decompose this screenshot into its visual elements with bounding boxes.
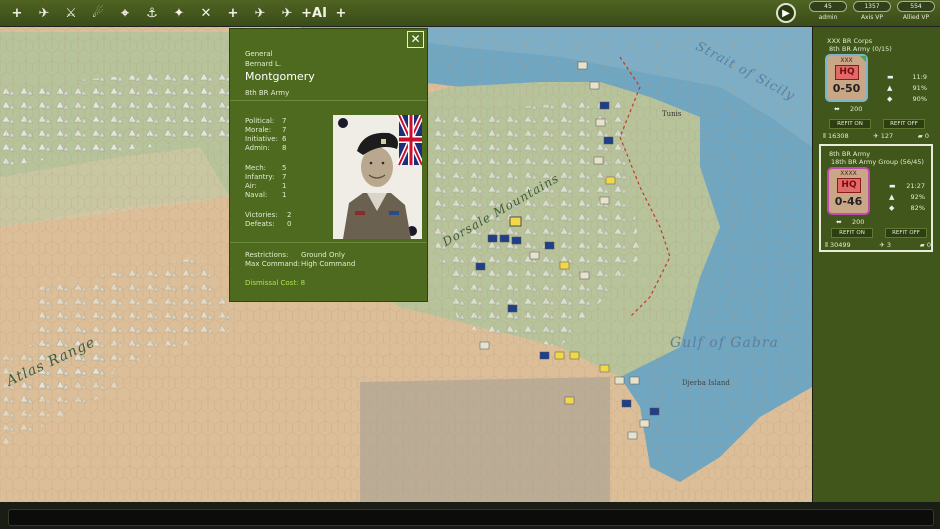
axis-vp-value: 1357 <box>853 1 891 12</box>
hq-card-xxx-corps[interactable]: XXX BR Corps 8th BR Army (0/15) XXX HQ 0… <box>819 33 933 141</box>
gulf-label: Gulf of Gabra <box>670 335 779 351</box>
ground-support-icon[interactable]: ✦ <box>167 2 191 24</box>
hq-exp: 90% <box>912 95 927 103</box>
town-label: Tunis <box>662 110 682 118</box>
end-turn-button[interactable]: ▶ <box>776 3 796 23</box>
axis-vp-stat: 1357 Axis VP <box>852 1 892 25</box>
skill-air: Air: 1 <box>245 182 287 190</box>
record-victories: Victories: 2 <box>245 211 292 219</box>
hq-totals: ⦀ 16308 ✈ 127 ▰ 0 <box>823 132 929 141</box>
air-bombard-icon[interactable]: ☄ <box>86 2 110 24</box>
max-command-row: Max Command: High Command <box>245 260 356 268</box>
skill-naval: Naval: 1 <box>245 191 287 199</box>
air-ai-2-icon[interactable]: ✈ <box>275 2 299 24</box>
hq-exp: 82% <box>910 204 925 212</box>
hq-panel: XXX BR Corps 8th BR Army (0/15) XXX HQ 0… <box>813 27 940 502</box>
supply-value: 200 <box>852 218 865 226</box>
supply-value: 200 <box>850 105 863 113</box>
admin-label: admin <box>818 14 838 21</box>
hq-counter[interactable]: XXX HQ 0-50 <box>827 56 866 100</box>
men-icon: ▲ <box>889 193 895 201</box>
dismiss-leader-button[interactable]: Dismissal Cost: 8 <box>245 279 305 287</box>
add-ai-icon[interactable]: +AI <box>301 2 327 24</box>
aircraft-mission-icon[interactable]: + <box>5 2 29 24</box>
hq-totals: ⦀ 30499 ✈ 3 ▰ 0 <box>825 241 931 250</box>
hq-eff: 92% <box>910 193 925 201</box>
skill-mech: Mech: 5 <box>245 164 287 172</box>
leader-first-name: Bernard L. <box>245 60 282 68</box>
refit-on-button[interactable]: REFIT ON <box>829 119 871 129</box>
men-icon: ▲ <box>887 84 893 92</box>
tank-icon: ▰ <box>917 132 925 140</box>
allied-vp-label: Allied VP <box>902 14 930 21</box>
air-recon-icon[interactable]: ⌖ <box>113 2 137 24</box>
island-label: Djerba Island <box>682 379 730 387</box>
air-attack-icon[interactable]: ⚔ <box>59 2 83 24</box>
hq-ratio: 11:9 <box>912 73 927 81</box>
hq-name: 8th BR Army <box>829 150 871 158</box>
attr-political: Political: 7 <box>245 117 287 125</box>
hq-eff: 91% <box>912 84 927 92</box>
refit-off-button[interactable]: REFIT OFF <box>885 228 927 238</box>
refit-on-button[interactable]: REFIT ON <box>831 228 873 238</box>
allied-vp-stat: 554 Allied VP <box>896 1 936 25</box>
divider <box>230 242 427 243</box>
leader-last-name: Montgomery <box>245 70 315 83</box>
attr-initiative: Initiative: 6 <box>245 135 287 143</box>
close-button[interactable]: ✕ <box>407 31 424 48</box>
add-hq-icon[interactable]: + <box>221 2 245 24</box>
leader-rank: General <box>245 50 273 58</box>
refit-off-button[interactable]: REFIT OFF <box>883 119 925 129</box>
leader-portrait <box>333 115 422 239</box>
allied-vp-value: 554 <box>897 1 935 12</box>
hq-men: ⦀ 30499 <box>825 241 851 249</box>
bottom-bar <box>0 502 940 529</box>
hq-air: ✈ 3 <box>879 241 892 249</box>
hq-parent: 18th BR Army Group (56/45) <box>831 158 924 166</box>
admin-stat: 45 admin <box>808 1 848 25</box>
hq-tanks: ▰ 0 <box>917 132 929 140</box>
truck-icon: ▬ <box>887 73 894 81</box>
hq-air: ✈ 127 <box>873 132 894 140</box>
truck-icon: ▬ <box>889 182 896 190</box>
axis-vp-label: Axis VP <box>860 14 884 21</box>
record-defeats: Defeats: 0 <box>245 220 292 228</box>
air-transfer-icon[interactable]: ✈ <box>32 2 56 24</box>
plane-icon: ✈ <box>879 241 887 249</box>
hq-name: XXX BR Corps <box>827 37 873 45</box>
hq-tanks: ▰ 0 <box>919 241 931 249</box>
add-unit-icon[interactable]: + <box>329 2 353 24</box>
air-ai-icon[interactable]: ✈ <box>248 2 272 24</box>
divider <box>230 100 427 101</box>
hq-men: ⦀ 16308 <box>823 132 849 140</box>
plane-icon: ✈ <box>873 132 881 140</box>
admin-value: 45 <box>809 1 847 12</box>
attr-morale: Morale: 7 <box>245 126 287 134</box>
supply-icon: ⬌ <box>836 218 842 226</box>
hq-counter[interactable]: XXXX HQ 0-46 <box>829 169 868 213</box>
top-toolbar: + ✈ ⚔ ☄ ⌖ ⚓ ✦ ✕ + ✈ ✈ +AI + ▶ 45 admin 1357 Axis VP … <box>0 0 940 27</box>
leader-army: 8th BR Army <box>245 89 290 97</box>
hq-ratio: 21:27 <box>906 182 925 190</box>
skill-infantry: Infantry: 7 <box>245 173 287 181</box>
experience-icon: ◆ <box>889 204 895 212</box>
experience-icon: ◆ <box>887 95 893 103</box>
restrictions-row: Restrictions: Ground Only <box>245 251 346 259</box>
tank-icon: ▰ <box>919 241 927 249</box>
hq-parent: 8th BR Army (0/15) <box>829 45 892 53</box>
message-log <box>8 509 934 526</box>
hq-card-8th-army[interactable]: 8th BR Army 18th BR Army Group (56/45) X… <box>819 144 933 252</box>
naval-strike-icon[interactable]: ⚓ <box>140 2 164 24</box>
interdiction-icon[interactable]: ✕ <box>194 2 218 24</box>
attr-admin: Admin: 8 <box>245 144 287 152</box>
supply-icon: ⬌ <box>834 105 840 113</box>
leader-detail-panel: ✕ General Bernard L. Montgomery 8th BR A… <box>229 28 428 302</box>
